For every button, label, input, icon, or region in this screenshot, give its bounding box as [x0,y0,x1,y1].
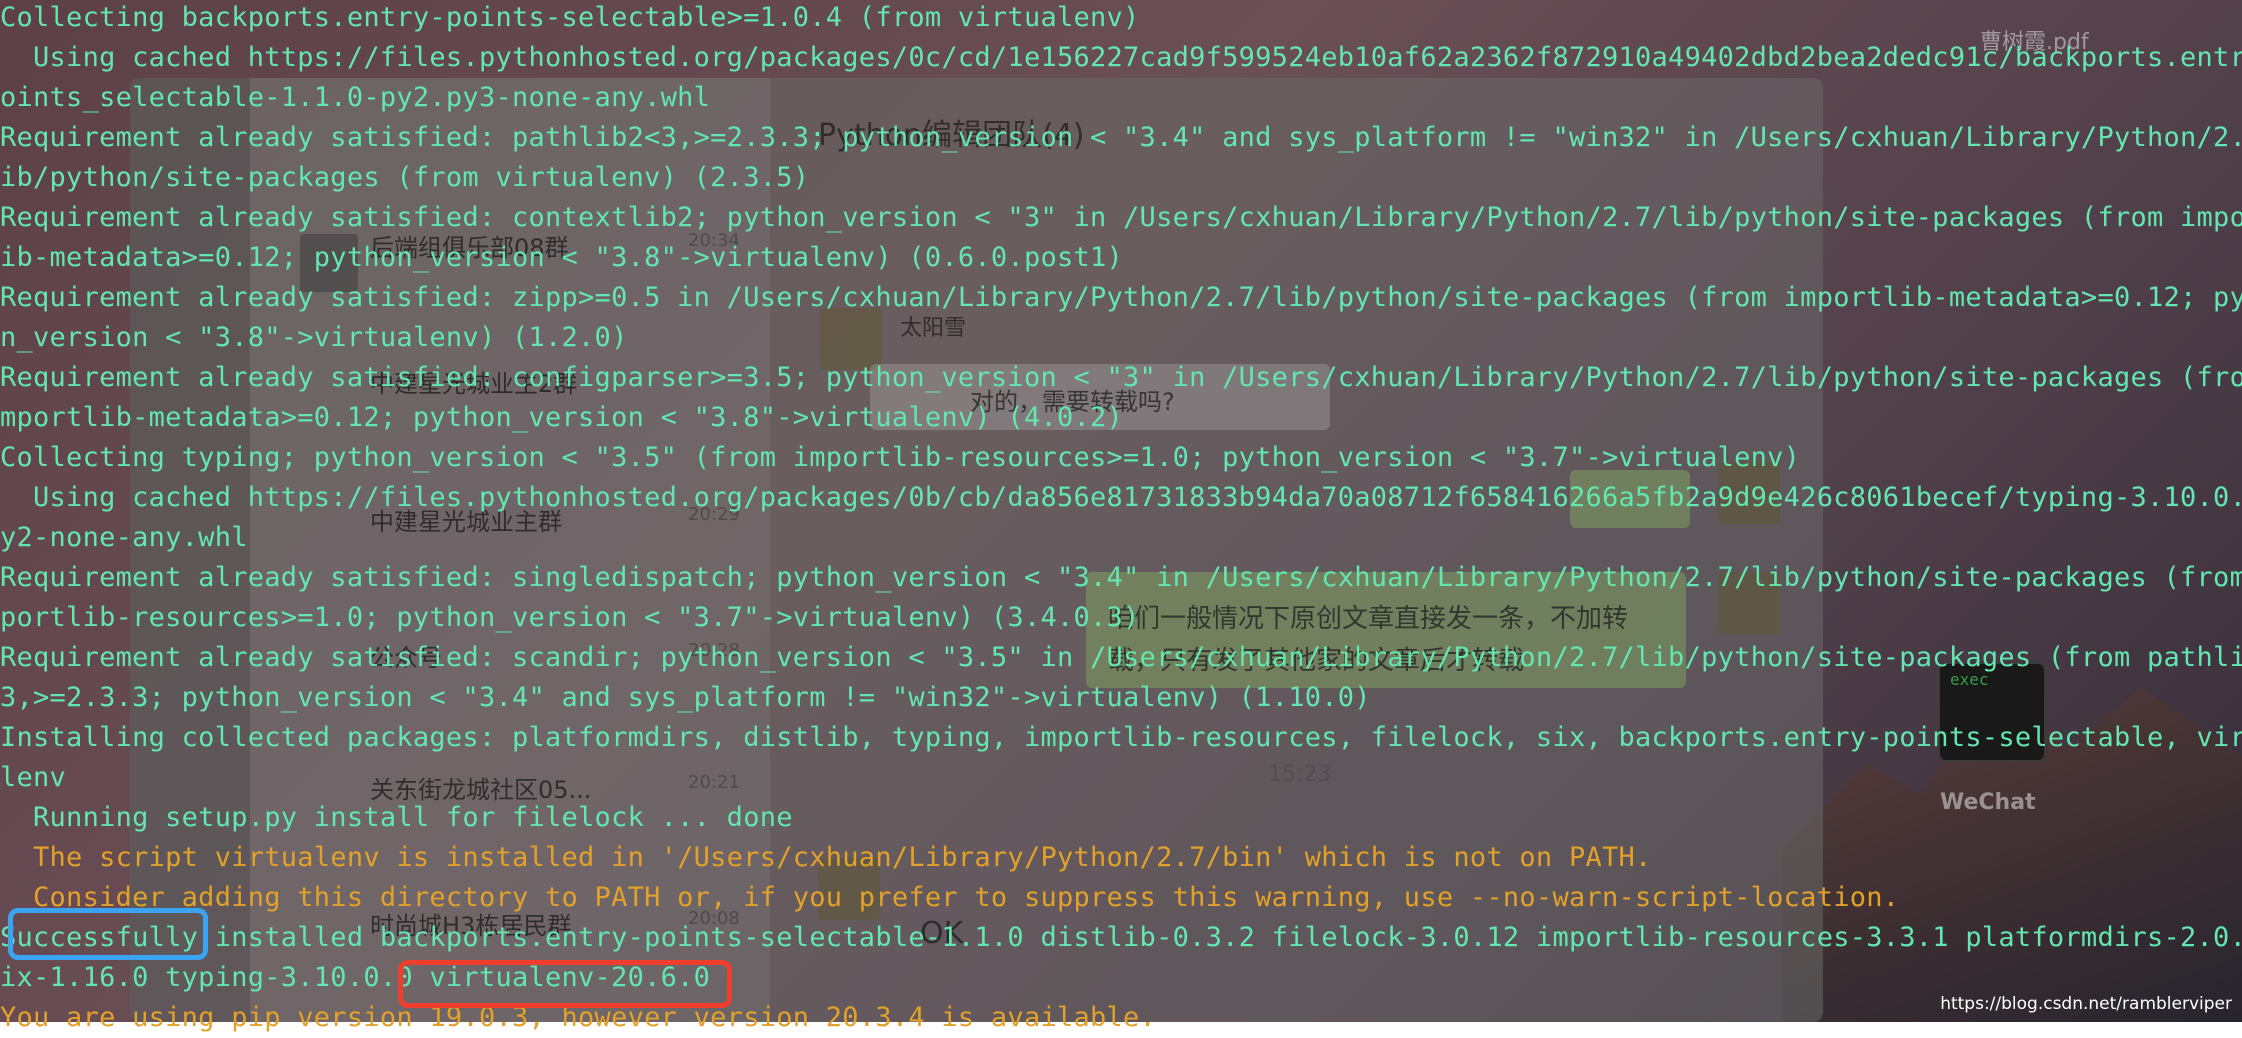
terminal-line: Requirement already satisfied: contextli… [0,202,2242,233]
terminal-line: Running setup.py install for filelock ..… [0,802,793,833]
csdn-watermark: https://blog.csdn.net/ramblerviper [1940,994,2232,1014]
virtualenv-version-highlight-box [398,960,732,1008]
terminal-line: oints_selectable-1.1.0-py2.py3-none-any.… [0,82,711,113]
terminal-line: Using cached https://files.pythonhosted.… [0,42,2242,73]
terminal-line: 3,>=2.3.3; python_version < "3.4" and sy… [0,682,1371,713]
successfully-highlight-box [8,908,208,960]
terminal-line: Installing collected packages: platformd… [0,722,2242,753]
terminal-line: The script virtualenv is installed in '/… [0,842,1652,873]
terminal-line: Requirement already satisfied: configpar… [0,362,2242,393]
terminal-line: mportlib-metadata>=0.12; python_version … [0,402,1124,433]
terminal-line: Requirement already satisfied: pathlib2<… [0,122,2242,153]
terminal-line: Consider adding this directory to PATH o… [0,882,1900,913]
terminal-line: ib-metadata>=0.12; python_version < "3.8… [0,242,1124,273]
terminal-output[interactable]: Collecting backports.entry-points-select… [0,0,2242,1033]
terminal-line: lenv [0,762,67,793]
terminal-line: Requirement already satisfied: scandir; … [0,642,2242,673]
terminal-line: Requirement already satisfied: zipp>=0.5… [0,282,2242,313]
terminal-line: Successfully installed backports.entry-p… [0,922,2242,953]
terminal-line: Collecting typing; python_version < "3.5… [0,442,1801,473]
terminal-line: Using cached https://files.pythonhosted.… [0,482,2242,513]
terminal-line: n_version < "3.8"->virtualenv) (1.2.0) [0,322,628,353]
terminal-line: Collecting backports.entry-points-select… [0,2,1140,33]
terminal-line: ib/python/site-packages (from virtualenv… [0,162,810,193]
terminal-line: y2-none-any.whl [0,522,248,553]
terminal-line: Requirement already satisfied: singledis… [0,562,2242,593]
terminal-line: portlib-resources>=1.0; python_version <… [0,602,1140,633]
